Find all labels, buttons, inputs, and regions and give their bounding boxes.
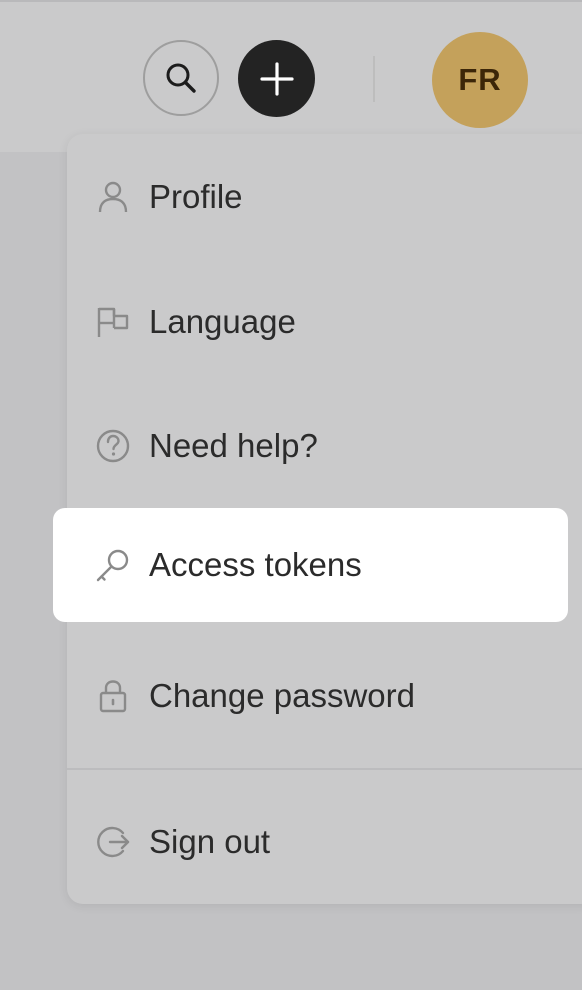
help-circle-icon xyxy=(95,428,131,464)
avatar[interactable]: FR xyxy=(432,32,528,128)
add-button[interactable] xyxy=(238,40,315,117)
avatar-initials: FR xyxy=(458,62,502,97)
menu-item-label: Sign out xyxy=(149,823,271,860)
menu-item-label: Language xyxy=(149,303,296,340)
menu-item-change-password[interactable]: Change password xyxy=(67,640,582,752)
search-icon xyxy=(166,63,196,93)
header-divider xyxy=(373,56,375,102)
sign-out-icon xyxy=(95,824,131,860)
user-menu-dropdown: Profile Language Need help? Access token… xyxy=(53,134,582,904)
menu-item-label: Need help? xyxy=(149,427,318,464)
menu-item-access-tokens[interactable]: Access tokens xyxy=(53,508,568,622)
menu-item-label: Access tokens xyxy=(149,546,362,583)
plus-icon xyxy=(259,61,294,96)
search-button[interactable] xyxy=(143,40,219,116)
menu-item-sign-out[interactable]: Sign out xyxy=(67,786,582,898)
menu-item-label: Profile xyxy=(149,178,243,215)
menu-item-profile[interactable]: Profile xyxy=(67,141,582,253)
top-bar: FR xyxy=(0,0,582,152)
person-icon xyxy=(95,179,131,215)
flag-icon xyxy=(95,304,131,340)
lock-icon xyxy=(95,678,131,714)
menu-item-need-help[interactable]: Need help? xyxy=(67,390,582,502)
menu-divider xyxy=(67,768,582,770)
menu-item-label: Change password xyxy=(149,677,415,714)
menu-item-language[interactable]: Language xyxy=(67,266,582,378)
key-icon xyxy=(95,547,131,583)
